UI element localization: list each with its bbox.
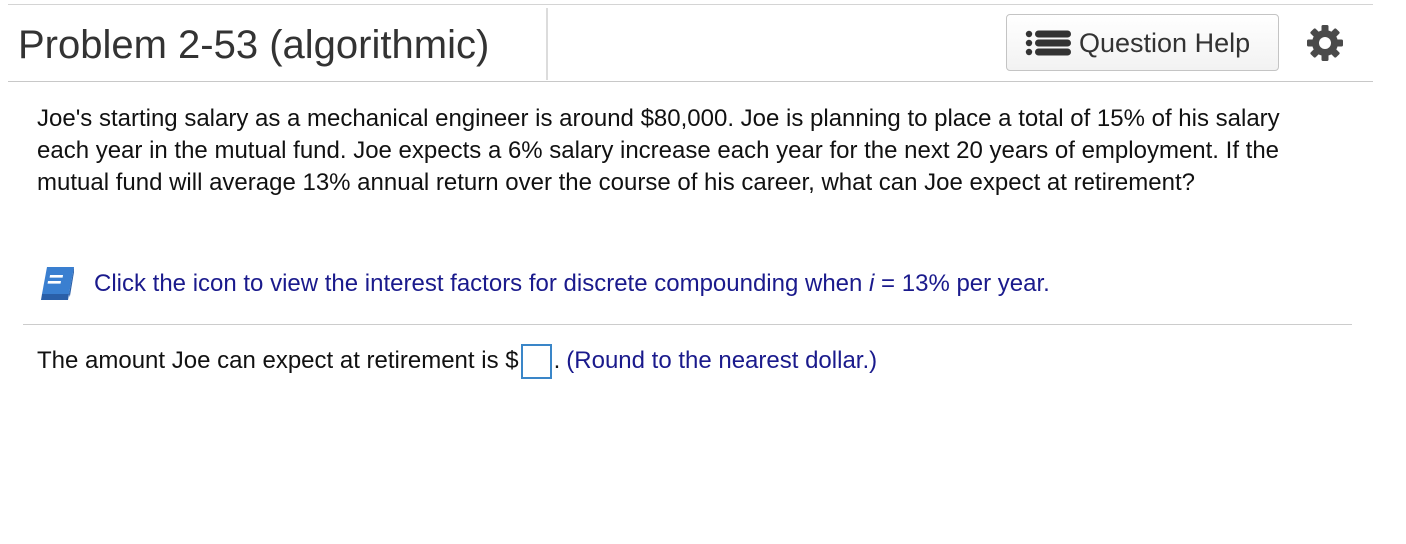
title-divider — [546, 8, 548, 80]
page-title: Problem 2-53 (algorithmic) — [18, 23, 490, 67]
section-divider — [23, 324, 1352, 325]
link-suffix: = 13% per year. — [874, 270, 1050, 297]
problem-text: Joe's starting salary as a mechanical en… — [37, 105, 1280, 196]
resource-row: Click the icon to view the interest fact… — [38, 264, 1050, 304]
answer-row: The amount Joe can expect at retirement … — [37, 341, 877, 381]
answer-prefix: The amount Joe can expect at retirement … — [37, 347, 519, 374]
interest-factors-link[interactable]: Click the icon to view the interest fact… — [94, 268, 1050, 300]
book-icon[interactable] — [38, 264, 78, 304]
retirement-amount-input[interactable] — [520, 343, 552, 379]
problem-page: Problem 2-53 (algorithmic) Question Help — [0, 0, 1406, 544]
link-prefix: Click the icon to view the interest fact… — [94, 270, 870, 297]
problem-statement: Joe's starting salary as a mechanical en… — [37, 103, 1337, 199]
list-icon — [1025, 30, 1071, 56]
question-help-label: Question Help — [1079, 28, 1251, 58]
gear-icon[interactable] — [1306, 24, 1344, 62]
rounding-note: (Round to the nearest dollar.) — [566, 347, 878, 374]
answer-suffix: . — [553, 347, 561, 374]
header-bar: Problem 2-53 (algorithmic) Question Help — [8, 5, 1373, 82]
question-help-button[interactable]: Question Help — [1006, 14, 1279, 71]
